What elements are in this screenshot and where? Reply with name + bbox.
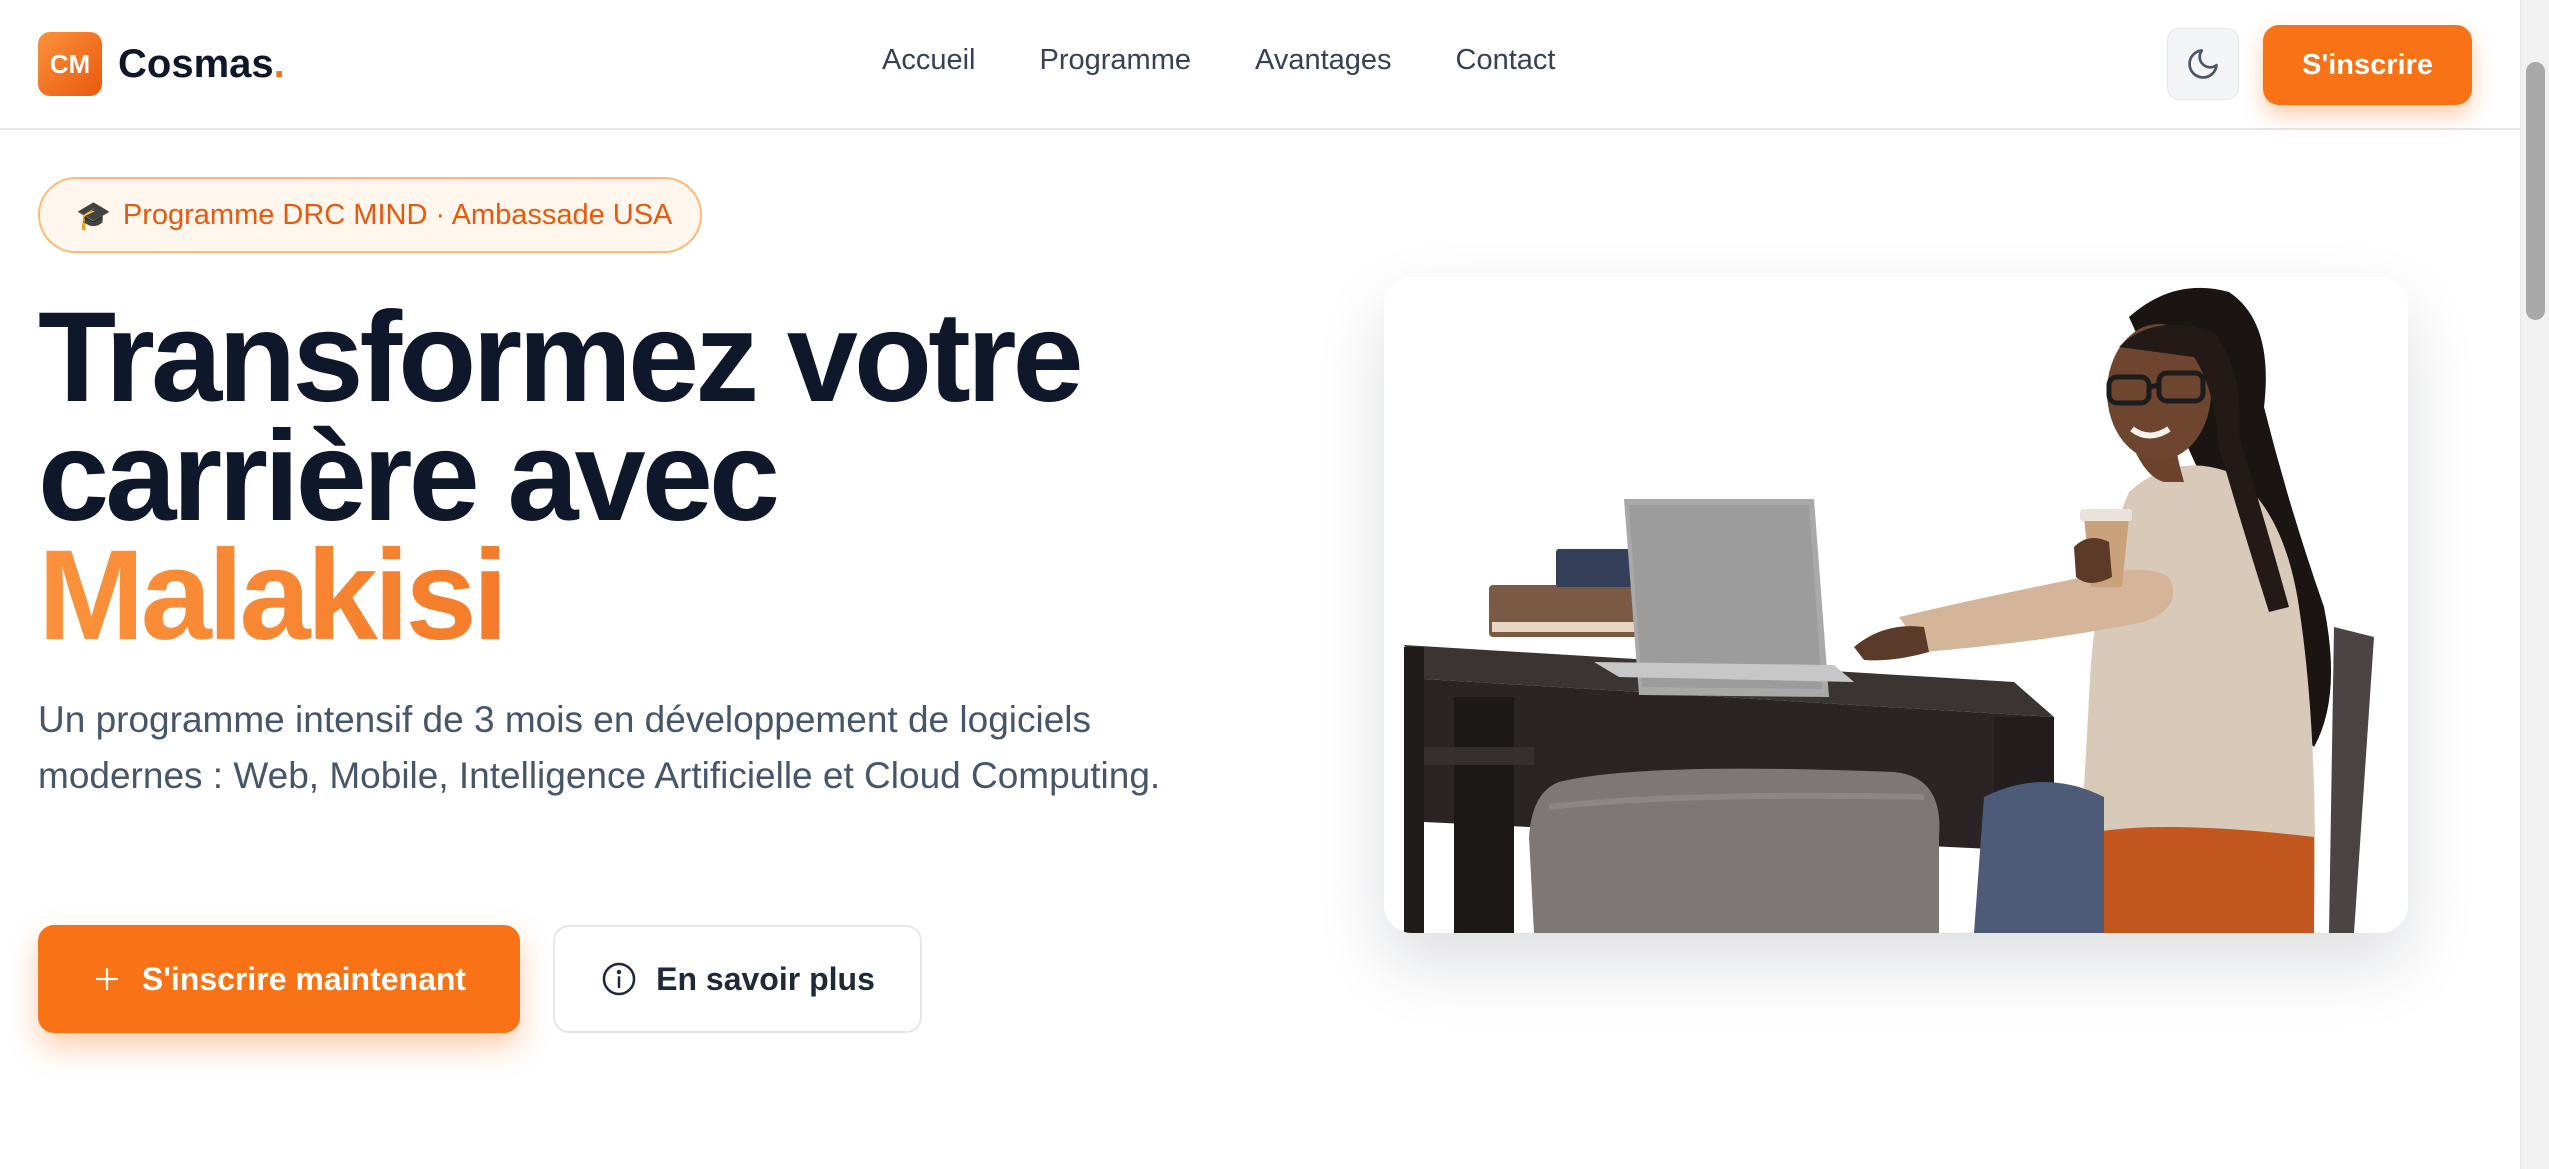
nav-link-programme[interactable]: Programme <box>1040 44 1192 77</box>
moon-icon <box>2188 49 2218 79</box>
learn-more-label: En savoir plus <box>656 960 875 997</box>
hero-subtitle: Un programme intensif de 3 mois en dével… <box>38 699 1161 796</box>
plus-icon <box>95 967 119 991</box>
books <box>1489 549 1639 637</box>
program-badge: 🎓 Programme DRC MIND · Ambassade USA <box>38 177 702 253</box>
hero-photo <box>1404 287 2374 933</box>
hero-title-line2: carrière avec <box>38 405 780 548</box>
graduation-cap-icon: 🎓 <box>76 199 111 231</box>
learn-more-button[interactable]: En savoir plus <box>553 925 922 1033</box>
landing-page: CM Cosmas. Accueil Programme Avantages C… <box>0 0 2549 1169</box>
scrollbar-thumb[interactable] <box>2526 62 2545 320</box>
chair <box>1529 768 1940 933</box>
logo-link[interactable]: CM Cosmas. <box>38 32 285 96</box>
program-badge-text: Programme DRC MIND · Ambassade USA <box>122 198 673 231</box>
logo-name: Cosmas <box>118 41 274 86</box>
signup-button[interactable]: S'inscrire <box>2263 25 2472 105</box>
laptop <box>1594 499 1854 697</box>
nav-link-avantages[interactable]: Avantages <box>1255 44 1392 77</box>
hero-title-accent: Malakisi <box>38 532 1238 660</box>
nav-link-accueil[interactable]: Accueil <box>882 44 976 77</box>
page-scrollbar[interactable] <box>2520 0 2549 1169</box>
signup-now-button[interactable]: S'inscrire maintenant <box>38 925 520 1033</box>
nav-link-contact[interactable]: Contact <box>1456 44 1556 77</box>
logo-badge: CM <box>38 32 102 96</box>
info-icon <box>602 962 636 996</box>
logo-dot: . <box>273 41 285 86</box>
hero-image-card <box>1384 277 2408 933</box>
site-header: CM Cosmas. Accueil Programme Avantages C… <box>0 0 2520 130</box>
signup-now-label: S'inscrire maintenant <box>141 960 467 997</box>
hero-title-line1: Transformez votre <box>38 286 1084 429</box>
main-nav: Accueil Programme Avantages Contact <box>882 44 1555 77</box>
theme-toggle-button[interactable] <box>2167 28 2239 100</box>
hero-title: Transformez votre carrière avec Malakisi <box>38 286 1238 660</box>
logo-wordmark: Cosmas. <box>118 42 285 87</box>
